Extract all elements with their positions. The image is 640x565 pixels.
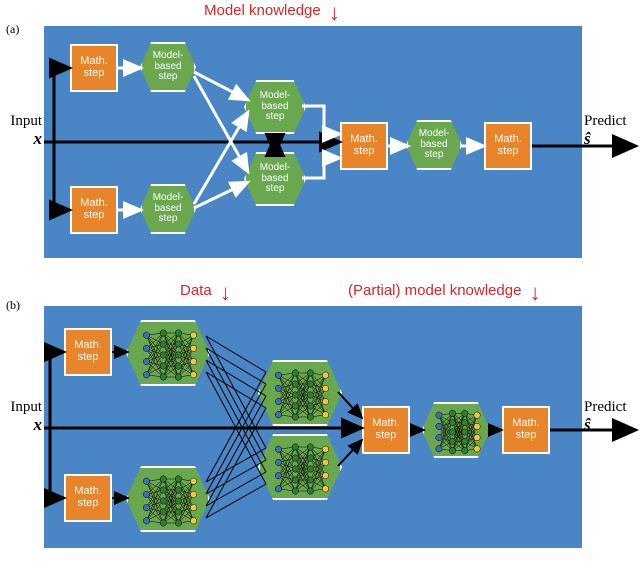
symbol: x <box>0 130 42 148</box>
nn-module-b4 <box>258 434 342 500</box>
nn-module-b3 <box>258 360 342 426</box>
anno-text: Model knowledge <box>204 2 321 19</box>
text: Input <box>0 400 42 416</box>
math-step-b2: Math.step <box>64 474 112 522</box>
math-step-b3: Math.step <box>362 406 410 454</box>
model-step-a2: Model-basedstep <box>140 184 196 234</box>
label: Math.step <box>74 198 114 221</box>
label: Math.step <box>344 134 384 157</box>
math-step-a2: Math.step <box>70 186 118 234</box>
model-step-a3: Model-basedstep <box>244 80 306 134</box>
nn-module-b1 <box>126 320 210 386</box>
panel-b-letter: (b) <box>6 298 20 313</box>
math-step-b1: Math.step <box>64 328 112 376</box>
label: Math.step <box>74 56 114 79</box>
math-step-a4: Math.step <box>484 122 532 170</box>
label: Math.step <box>68 486 108 509</box>
symbol: ŝ <box>584 130 638 148</box>
label: Model-basedstep <box>252 163 298 195</box>
text: Predict <box>584 400 638 416</box>
label: Math.step <box>366 418 406 441</box>
math-step-a3: Math.step <box>340 122 388 170</box>
input-label-b: Input x <box>0 400 42 434</box>
nn-module-b2 <box>126 466 210 532</box>
nn-module-b5 <box>422 402 490 458</box>
text: Input <box>0 114 42 130</box>
math-step-a1: Math.step <box>70 44 118 92</box>
math-step-b4: Math.step <box>502 406 550 454</box>
predict-label-a: Predict ŝ <box>584 114 638 148</box>
model-step-a5: Model-basedstep <box>406 120 462 170</box>
text: Predict <box>584 114 638 130</box>
anno-text: Data <box>180 282 212 299</box>
input-label-a: Input x <box>0 114 42 148</box>
predict-label-b: Predict ŝ <box>584 400 638 434</box>
anno-partial-knowledge: (Partial) model knowledge ↓ <box>348 282 541 299</box>
label: Math.step <box>506 418 546 441</box>
label: Model-basedstep <box>252 91 298 123</box>
anno-text: (Partial) model knowledge <box>348 282 521 299</box>
model-step-a1: Model-basedstep <box>140 42 196 92</box>
anno-data: Data ↓ <box>180 282 231 299</box>
label: Math.step <box>68 340 108 363</box>
label: Model-basedstep <box>148 193 188 225</box>
model-step-a4: Model-basedstep <box>244 152 306 206</box>
symbol: ŝ <box>584 416 638 434</box>
anno-model-knowledge: Model knowledge ↓ <box>204 2 340 19</box>
down-arrow-icon: ↓ <box>530 288 541 298</box>
panel-a: Math.step Model-basedstep Math.step Mode… <box>44 26 582 258</box>
symbol: x <box>0 416 42 434</box>
down-arrow-icon: ↓ <box>329 8 340 18</box>
panel-a-letter: (a) <box>6 22 19 37</box>
label: Math.step <box>488 134 528 157</box>
down-arrow-icon: ↓ <box>220 288 231 298</box>
label: Model-basedstep <box>414 129 454 161</box>
label: Model-basedstep <box>148 51 188 83</box>
panel-b: Math.step Math.step Math.step Math.step <box>44 306 582 548</box>
